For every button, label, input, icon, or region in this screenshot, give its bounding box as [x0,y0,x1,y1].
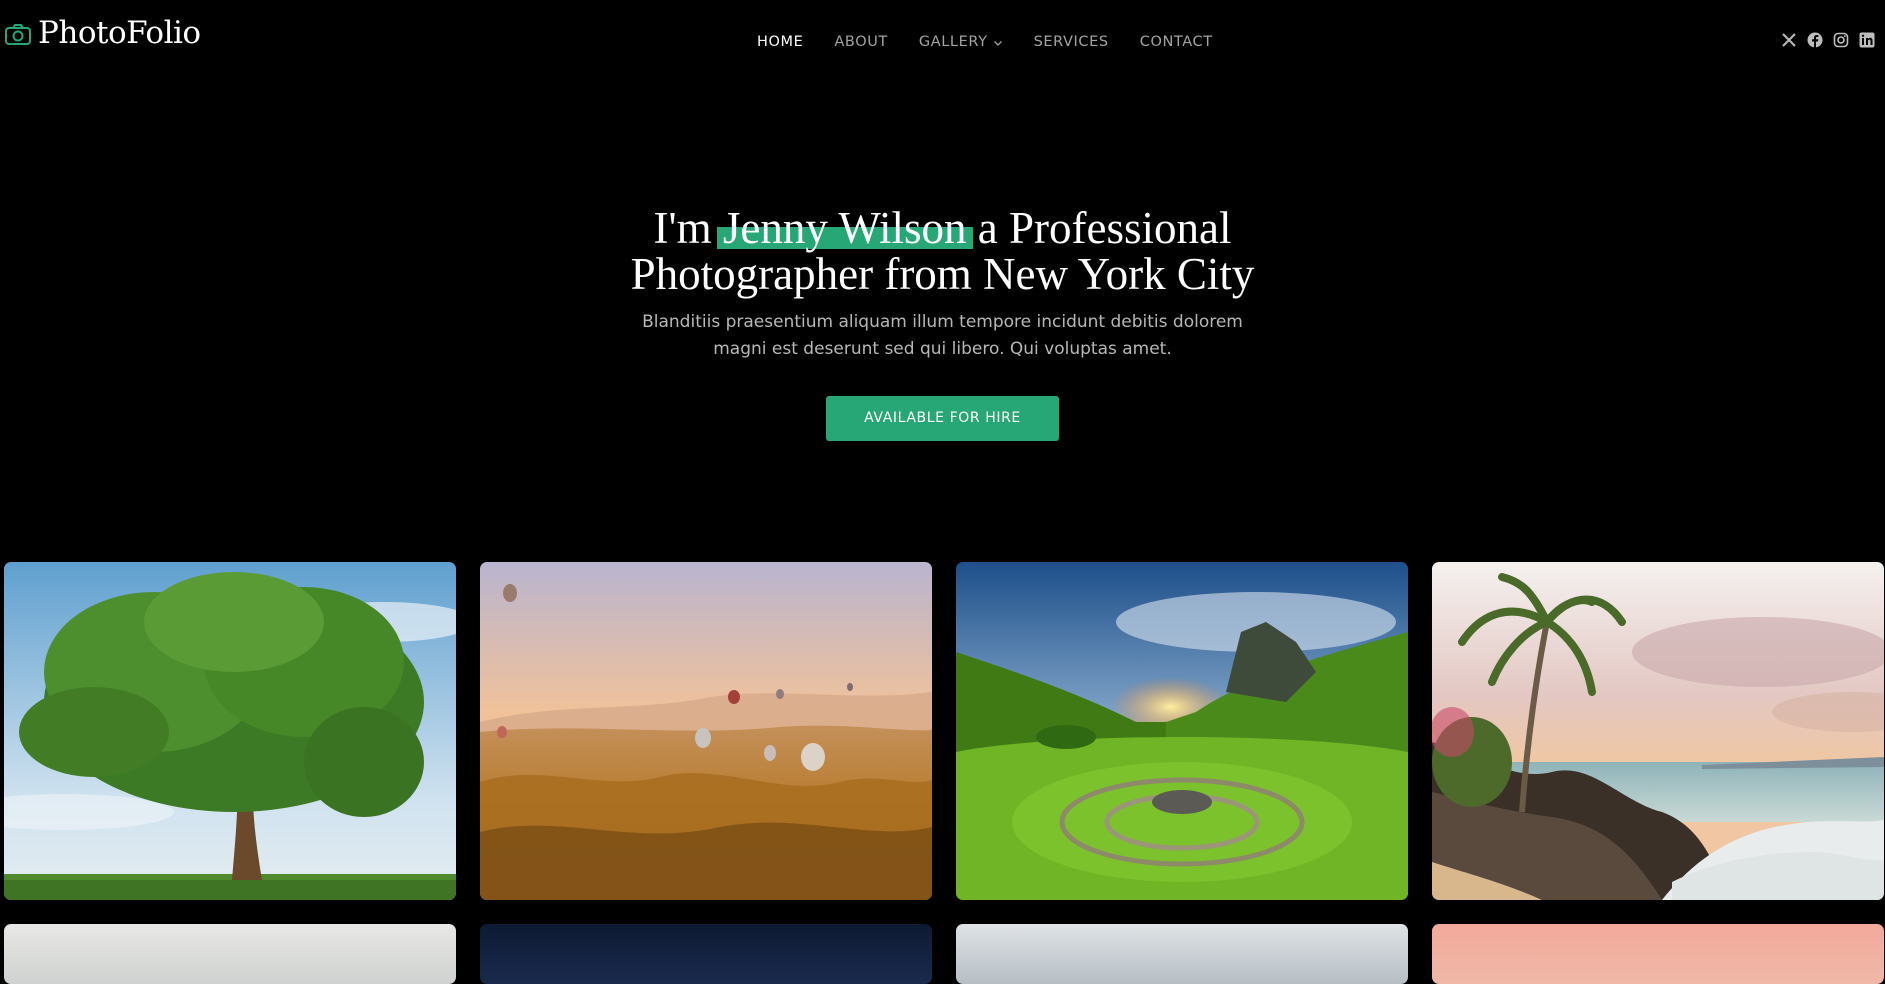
social-links [1781,32,1875,48]
gallery-grid [4,562,1884,984]
valley-photo [956,562,1408,900]
nav-gallery-label: GALLERY [918,34,988,50]
gallery-item[interactable] [480,924,932,984]
main-nav: HOME ABOUT GALLERY SERVICES CONTACT [757,32,1213,52]
nav-home[interactable]: HOME [757,32,803,52]
hero-subtitle: Blanditiis praesentium aliquam illum tem… [642,312,1243,359]
balloons-photo [480,562,932,900]
brand-name: PhotoFolio [38,15,201,51]
nav-services[interactable]: SERVICES [1034,32,1109,52]
site-header: PhotoFolio HOME ABOUT GALLERY SERVICES C… [0,0,1885,85]
hero-section: I'm Jenny Wilson a Professional Photogra… [0,205,1885,441]
hero-title: I'm Jenny Wilson a Professional Photogra… [563,205,1323,297]
hero-title-prefix: I'm [653,203,712,253]
gallery-item-valley[interactable] [956,562,1408,900]
nav-about[interactable]: ABOUT [834,32,888,52]
linkedin-icon[interactable] [1859,32,1875,48]
gallery-item[interactable] [4,924,456,984]
nav-contact[interactable]: CONTACT [1140,32,1213,52]
camera-icon [5,23,31,45]
gallery-item-beach[interactable] [1432,562,1884,900]
hire-button[interactable]: AVAILABLE FOR HIRE [826,396,1059,441]
nav-gallery[interactable]: GALLERY [919,32,1003,52]
chevron-down-icon [993,40,1002,46]
gallery-row [4,924,1884,984]
instagram-icon[interactable] [1833,32,1849,48]
x-twitter-icon[interactable] [1781,32,1797,48]
beach-photo [1432,562,1884,900]
tree-photo [4,562,456,900]
gallery-item[interactable] [956,924,1408,984]
hero-title-name: Jenny Wilson [716,203,973,253]
gallery-row [4,562,1884,900]
gallery-item-tree[interactable] [4,562,456,900]
logo-link[interactable]: PhotoFolio [4,18,201,49]
gallery-item[interactable] [1432,924,1884,984]
gallery-item-balloons[interactable] [480,562,932,900]
facebook-icon[interactable] [1807,32,1823,48]
